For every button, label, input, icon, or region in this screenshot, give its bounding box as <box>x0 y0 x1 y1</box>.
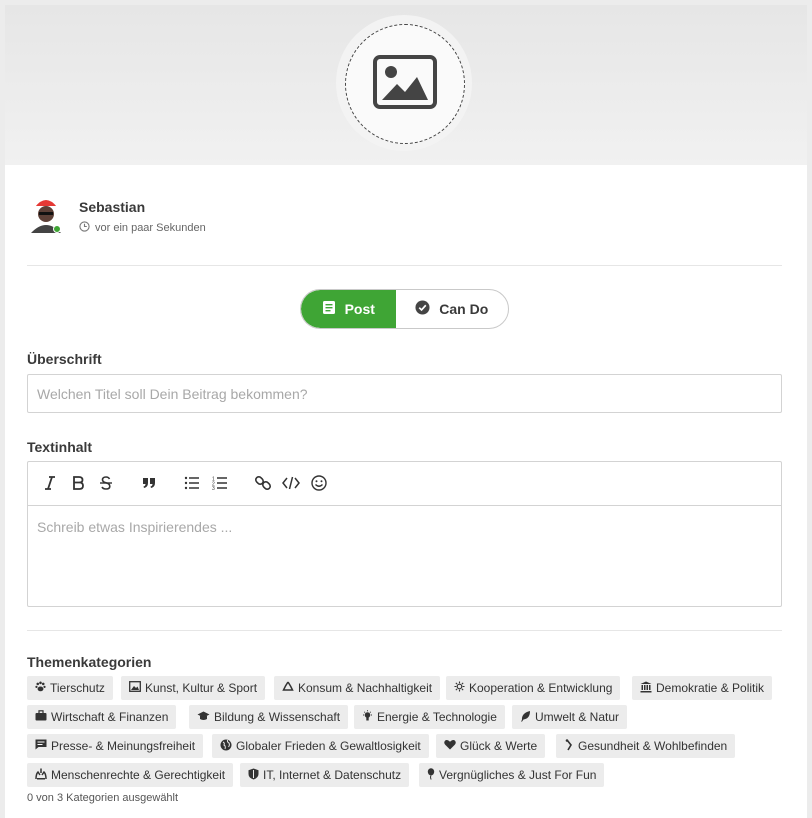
online-status-dot <box>53 225 61 233</box>
category-label: Umwelt & Natur <box>535 710 620 724</box>
svg-text:3: 3 <box>212 486 215 490</box>
rich-text-editor: 123 Schreib etwas Inspirierendes ... <box>27 461 782 607</box>
body-label: Textinhalt <box>27 439 93 455</box>
recycle-icon <box>282 681 294 696</box>
category-label: Menschenrechte & Gerechtigkeit <box>51 768 226 782</box>
post-type-post[interactable]: Post <box>301 290 396 328</box>
category-chip[interactable]: Gesundheit & Wohlbefinden <box>556 734 736 758</box>
leaf-icon <box>520 710 531 725</box>
emoji-icon[interactable] <box>308 472 330 494</box>
category-label: Wirtschaft & Finanzen <box>51 710 169 724</box>
picture-icon <box>129 681 141 695</box>
category-label: Presse- & Meinungsfreiheit <box>51 739 196 753</box>
category-label: Bildung & Wissenschaft <box>214 710 341 724</box>
bullet-list-icon[interactable] <box>181 472 203 494</box>
post-type-cando[interactable]: Can Do <box>396 290 508 328</box>
category-label: Gesundheit & Wohlbefinden <box>578 739 728 753</box>
category-chip[interactable]: Kunst, Kultur & Sport <box>121 676 266 700</box>
image-icon <box>373 54 437 114</box>
briefcase-icon <box>35 710 47 724</box>
category-label: Tierschutz <box>50 681 105 695</box>
category-chip[interactable]: Umwelt & Natur <box>512 705 628 729</box>
category-count: 0 von 3 Kategorien ausgewählt <box>27 792 179 804</box>
category-chip[interactable]: Demokratie & Politik <box>632 676 773 700</box>
divider <box>27 630 782 631</box>
headline-label: Überschrift <box>27 351 102 367</box>
category-label: Globaler Frieden & Gewaltlosigkeit <box>236 739 421 753</box>
category-label: IT, Internet & Datenschutz <box>263 768 402 782</box>
category-label: Vergnügliches & Just For Fun <box>439 768 597 782</box>
image-upload-dropzone[interactable] <box>345 24 465 144</box>
author-info: Sebastian vor ein paar Sekunden <box>27 190 427 240</box>
author-name[interactable]: Sebastian <box>79 199 145 215</box>
balloon-icon <box>427 767 435 783</box>
category-label: Glück & Werte <box>460 739 538 753</box>
code-icon[interactable] <box>280 472 302 494</box>
editor-content[interactable]: Schreib etwas Inspirierendes ... <box>28 507 781 606</box>
quote-icon[interactable] <box>138 472 160 494</box>
shield-icon <box>248 768 259 783</box>
post-type-post-label: Post <box>344 301 375 317</box>
category-chip[interactable]: Konsum & Nachhaltigkeit <box>274 676 441 700</box>
category-chip[interactable]: Tierschutz <box>27 676 113 700</box>
heart-icon <box>444 739 456 753</box>
cog-icon <box>454 681 465 695</box>
category-chip[interactable]: Vergnügliches & Just For Fun <box>419 763 605 787</box>
institution-icon <box>640 681 652 696</box>
category-chip[interactable]: Menschenrechte & Gerechtigkeit <box>27 763 234 787</box>
link-icon[interactable] <box>252 472 274 494</box>
editor-toolbar: 123 <box>28 462 781 506</box>
clock-icon <box>79 221 90 235</box>
category-chip[interactable]: Energie & Technologie <box>354 705 505 729</box>
category-chip[interactable]: Bildung & Wissenschaft <box>189 705 349 729</box>
categories-label: Themenkategorien <box>27 654 152 670</box>
post-time: vor ein paar Sekunden <box>79 221 206 235</box>
contribution-form: Sebastian vor ein paar Sekunden Post Can… <box>5 5 807 818</box>
paw-icon <box>35 681 46 695</box>
category-chip[interactable]: Presse- & Meinungsfreiheit <box>27 734 204 758</box>
category-label: Kooperation & Entwicklung <box>469 681 613 695</box>
graduation-cap-icon <box>197 710 210 724</box>
category-chip[interactable]: Kooperation & Entwicklung <box>446 676 621 700</box>
category-chip[interactable]: Wirtschaft & Finanzen <box>27 705 177 729</box>
hands-icon <box>35 768 47 783</box>
numbered-list-icon[interactable]: 123 <box>209 472 231 494</box>
check-circle-icon <box>415 300 430 318</box>
category-label: Energie & Technologie <box>377 710 497 724</box>
category-chip[interactable]: Glück & Werte <box>436 734 546 758</box>
headline-input[interactable] <box>27 374 782 413</box>
globe-icon <box>220 739 232 754</box>
post-type-toggle: Post Can Do <box>300 289 509 329</box>
bold-icon[interactable] <box>67 472 89 494</box>
divider <box>27 265 782 266</box>
medkit-icon <box>564 738 574 754</box>
post-time-text: vor ein paar Sekunden <box>95 222 206 234</box>
category-chip[interactable]: IT, Internet & Datenschutz <box>240 763 410 787</box>
hero-image-area[interactable] <box>5 5 807 165</box>
category-label: Konsum & Nachhaltigkeit <box>298 681 433 695</box>
italic-icon[interactable] <box>39 472 61 494</box>
category-chip[interactable]: Globaler Frieden & Gewaltlosigkeit <box>212 734 429 758</box>
strikethrough-icon[interactable] <box>95 472 117 494</box>
avatar[interactable] <box>27 193 65 233</box>
speech-icon <box>35 739 47 753</box>
document-icon <box>322 300 336 318</box>
category-label: Demokratie & Politik <box>656 681 765 695</box>
post-type-cando-label: Can Do <box>439 301 489 317</box>
category-label: Kunst, Kultur & Sport <box>145 681 258 695</box>
bulb-icon <box>362 709 373 725</box>
